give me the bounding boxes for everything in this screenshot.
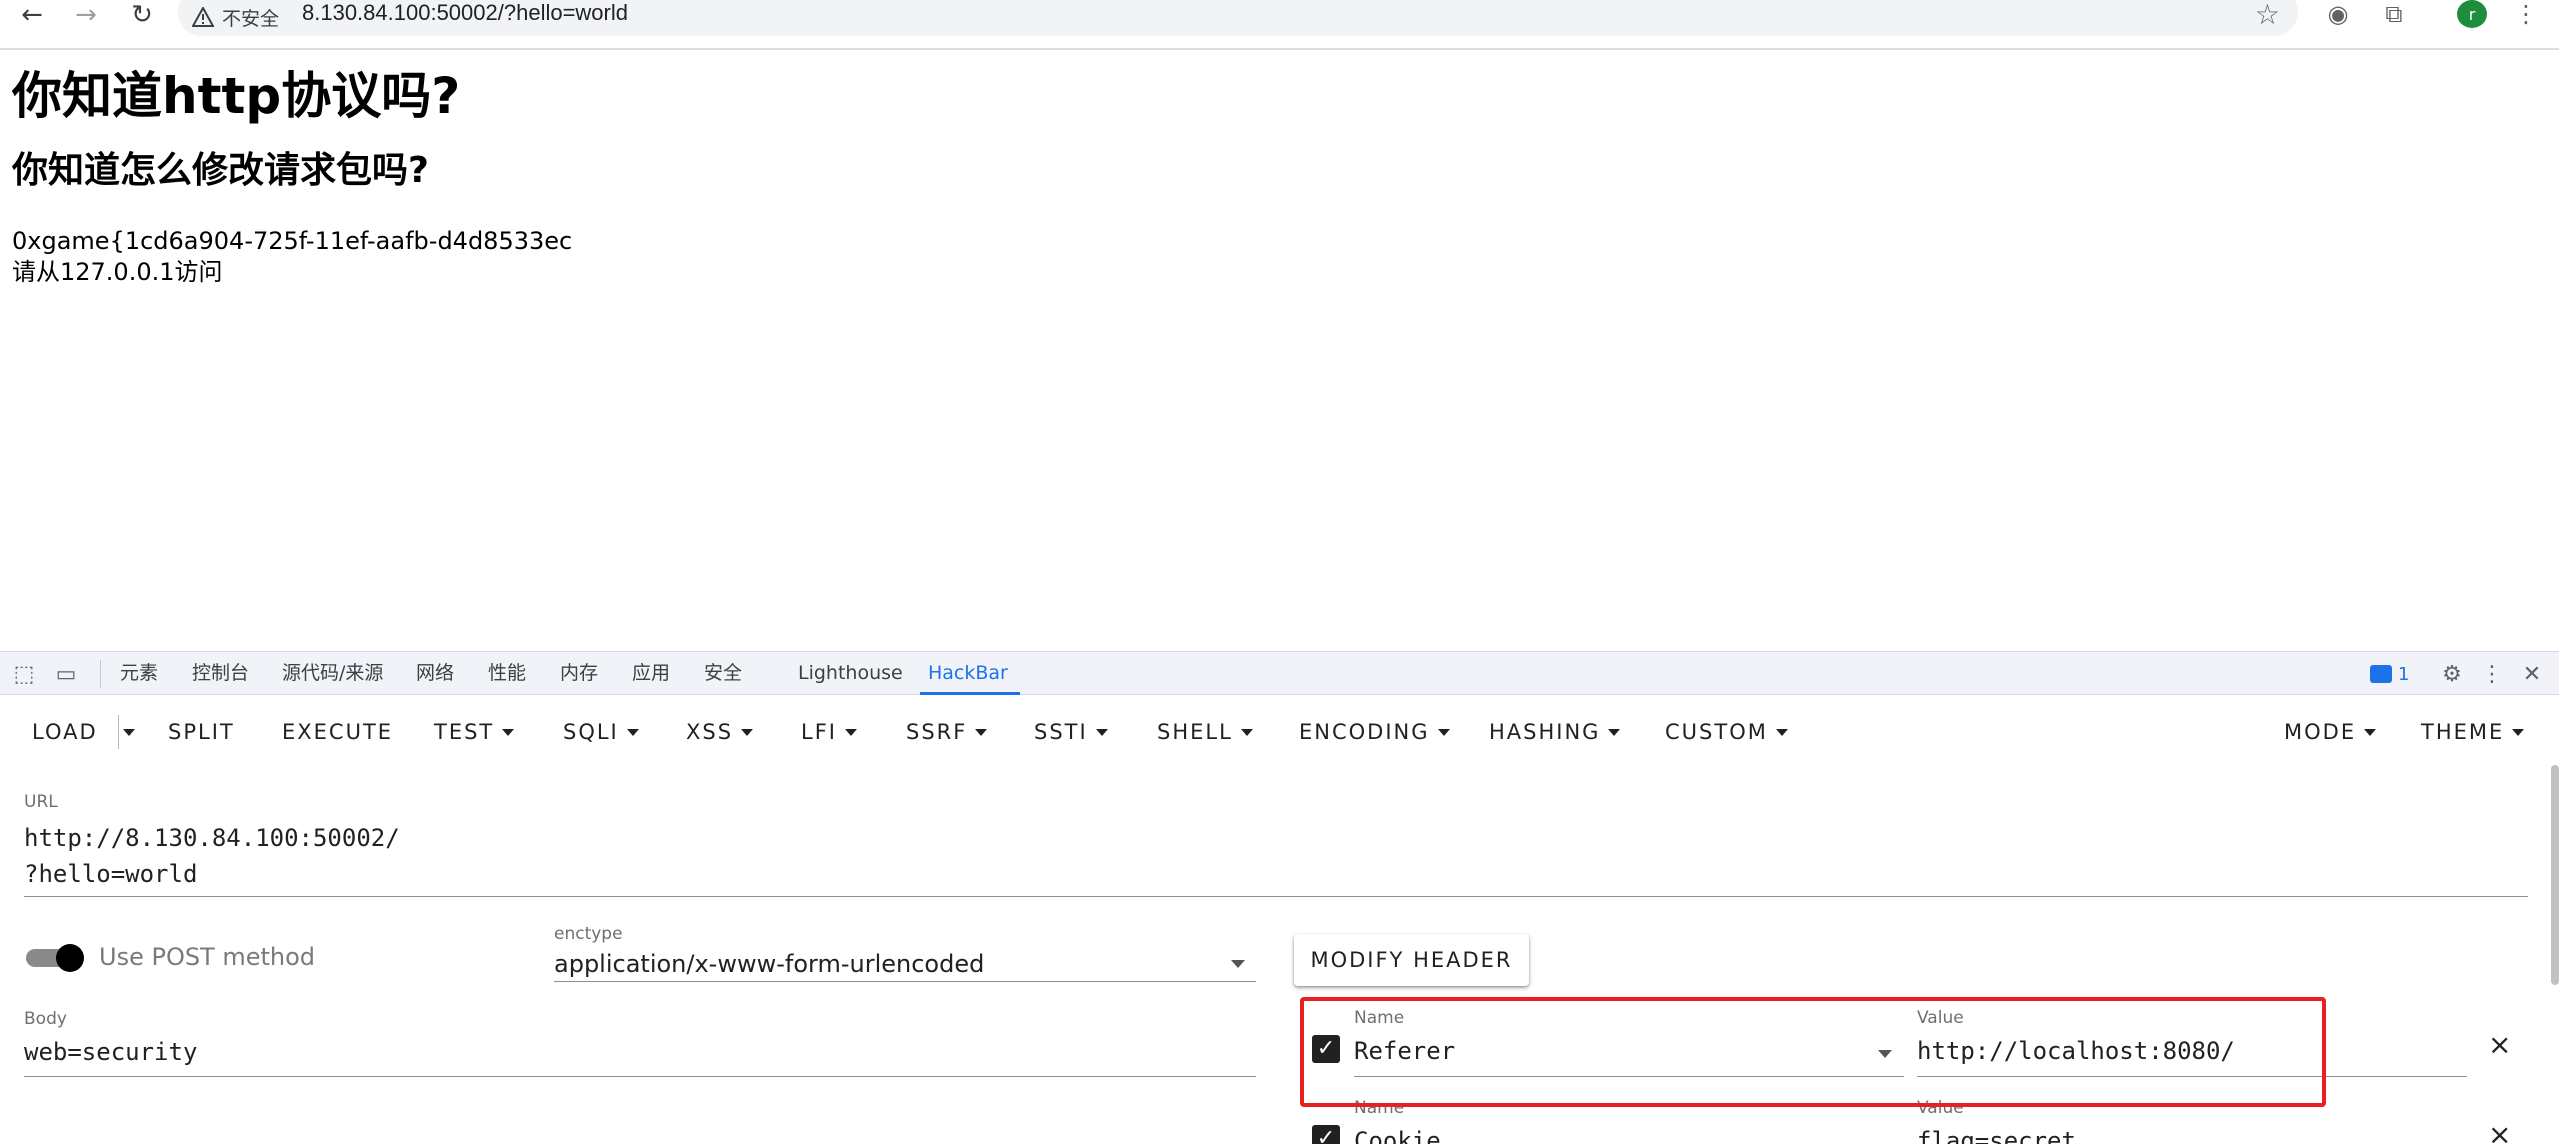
tab-lighthouse[interactable]: Lighthouse (798, 652, 903, 695)
caret-down-icon (626, 728, 639, 736)
caret-down-icon (1095, 728, 1108, 736)
page-content: 你知道http协议吗? 你知道怎么修改请求包吗? 0xgame{1cd6a904… (12, 60, 572, 288)
caret-down-icon (1240, 728, 1253, 736)
lfi-menu-button[interactable]: LFI (801, 717, 857, 747)
caret-down-icon (741, 728, 754, 736)
caret-down-icon (844, 728, 857, 736)
test-menu-button[interactable]: TEST (434, 717, 515, 747)
security-chip[interactable]: 不安全 (191, 2, 280, 32)
ssti-menu-button[interactable]: SSTI (1034, 717, 1108, 747)
caret-down-icon (2364, 728, 2377, 736)
load-button[interactable]: LOAD (32, 717, 98, 747)
address-url[interactable]: 8.130.84.100:50002/?hello=world (302, 0, 628, 26)
caret-down-icon (1775, 728, 1788, 736)
reload-icon[interactable]: ↻ (122, 0, 162, 30)
access-hint-line: 请从127.0.0.1访问 (12, 258, 223, 286)
caret-down-icon (975, 728, 988, 736)
remove-header-icon[interactable]: × (2488, 1118, 2511, 1144)
message-icon (2370, 665, 2392, 683)
custom-menu-button[interactable]: CUSTOM (1665, 717, 1788, 747)
inspect-element-icon[interactable]: ⬚ (10, 660, 38, 688)
tab-memory[interactable]: 内存 (560, 652, 598, 695)
highlight-box (1300, 997, 2326, 1107)
tab-network[interactable]: 网络 (416, 652, 454, 695)
execute-button[interactable]: EXECUTE (282, 717, 393, 747)
devtools-menu-icon[interactable]: ⋮ (2480, 660, 2504, 688)
post-method-label: Use POST method (99, 943, 316, 971)
extension-circle-icon[interactable]: ◉ (2320, 0, 2356, 28)
browser-toolbar: ← → ↻ 不安全 8.130.84.100:50002/?hello=worl… (0, 0, 2559, 50)
caret-down-icon (2512, 728, 2525, 736)
mode-menu-button[interactable]: MODE (2284, 717, 2377, 747)
page-title: 你知道http协议吗? (12, 67, 461, 125)
url-field-label: URL (24, 792, 58, 812)
device-toolbar-icon[interactable]: ▭ (52, 660, 80, 688)
browser-menu-icon[interactable]: ⋮ (2508, 0, 2544, 28)
split-button[interactable]: SPLIT (168, 717, 235, 747)
encoding-menu-button[interactable]: ENCODING (1299, 717, 1450, 747)
page-subtitle: 你知道怎么修改请求包吗? (12, 150, 429, 191)
warning-triangle-icon (191, 5, 215, 27)
avatar[interactable]: r (2457, 0, 2487, 28)
back-arrow-icon[interactable]: ← (12, 0, 52, 30)
bookmark-star-icon[interactable]: ☆ (2255, 0, 2280, 31)
body-underline (24, 1076, 1256, 1077)
modify-header-button[interactable]: MODIFY HEADER (1294, 934, 1529, 986)
sqli-menu-button[interactable]: SQLI (563, 717, 639, 747)
caret-down-icon (123, 728, 135, 736)
caret-down-icon (502, 728, 515, 736)
xss-menu-button[interactable]: XSS (686, 717, 754, 747)
close-devtools-icon[interactable]: ✕ (2518, 660, 2546, 688)
devtools-tab-bar: ⬚ ▭ 元素 控制台 源代码/来源 网络 性能 内存 应用 安全 Lightho… (0, 651, 2559, 695)
load-dropdown-button[interactable] (118, 717, 140, 747)
tab-security[interactable]: 安全 (704, 652, 742, 695)
remove-header-icon[interactable]: × (2488, 1028, 2511, 1061)
tab-application[interactable]: 应用 (632, 652, 670, 695)
flag-line: 0xgame{1cd6a904-725f-11ef-aafb-d4d8533ec (12, 227, 573, 255)
messages-badge[interactable]: 1 (2370, 662, 2409, 686)
header-value-input[interactable]: flag=secret (1917, 1127, 2076, 1144)
tab-hackbar[interactable]: HackBar (920, 652, 1020, 695)
shell-menu-button[interactable]: SHELL (1157, 717, 1253, 747)
security-label: 不安全 (222, 7, 280, 30)
divider (100, 660, 101, 688)
header-enabled-checkbox[interactable]: ✓ (1312, 1125, 1340, 1144)
settings-gear-icon[interactable]: ⚙ (2438, 660, 2466, 688)
body-input[interactable]: web=security (24, 1038, 197, 1066)
header-name-select[interactable]: Cookie (1354, 1127, 1441, 1144)
extensions-puzzle-icon[interactable]: ⧉ (2376, 0, 2412, 28)
ssrf-menu-button[interactable]: SSRF (906, 717, 988, 747)
message-count: 1 (2398, 663, 2410, 685)
response-text: 0xgame{1cd6a904-725f-11ef-aafb-d4d8533ec… (12, 226, 572, 288)
tab-performance[interactable]: 性能 (488, 652, 526, 695)
caret-down-icon (1437, 728, 1450, 736)
address-bar[interactable]: 不安全 8.130.84.100:50002/?hello=world ☆ (178, 0, 2298, 36)
hashing-menu-button[interactable]: HASHING (1489, 717, 1621, 747)
enctype-select[interactable]: application/x-www-form-urlencoded (554, 950, 984, 978)
enctype-underline (554, 981, 1256, 982)
post-method-toggle[interactable] (26, 944, 84, 972)
tab-sources[interactable]: 源代码/来源 (282, 652, 383, 695)
theme-menu-button[interactable]: THEME (2421, 717, 2525, 747)
url-textarea[interactable]: http://8.130.84.100:50002/ ?hello=world (24, 820, 400, 892)
forward-arrow-icon[interactable]: → (66, 0, 106, 30)
body-field-label: Body (24, 1009, 67, 1029)
enctype-label: enctype (554, 924, 623, 944)
panel-scrollbar[interactable] (2551, 765, 2559, 985)
caret-down-icon[interactable] (1231, 960, 1245, 968)
tab-elements[interactable]: 元素 (120, 652, 158, 695)
caret-down-icon (1608, 728, 1621, 736)
tab-console[interactable]: 控制台 (192, 652, 249, 695)
hackbar-toolbar: LOAD SPLIT EXECUTE TEST SQLI XSS LFI SSR… (0, 697, 2559, 765)
url-underline (24, 896, 2528, 897)
